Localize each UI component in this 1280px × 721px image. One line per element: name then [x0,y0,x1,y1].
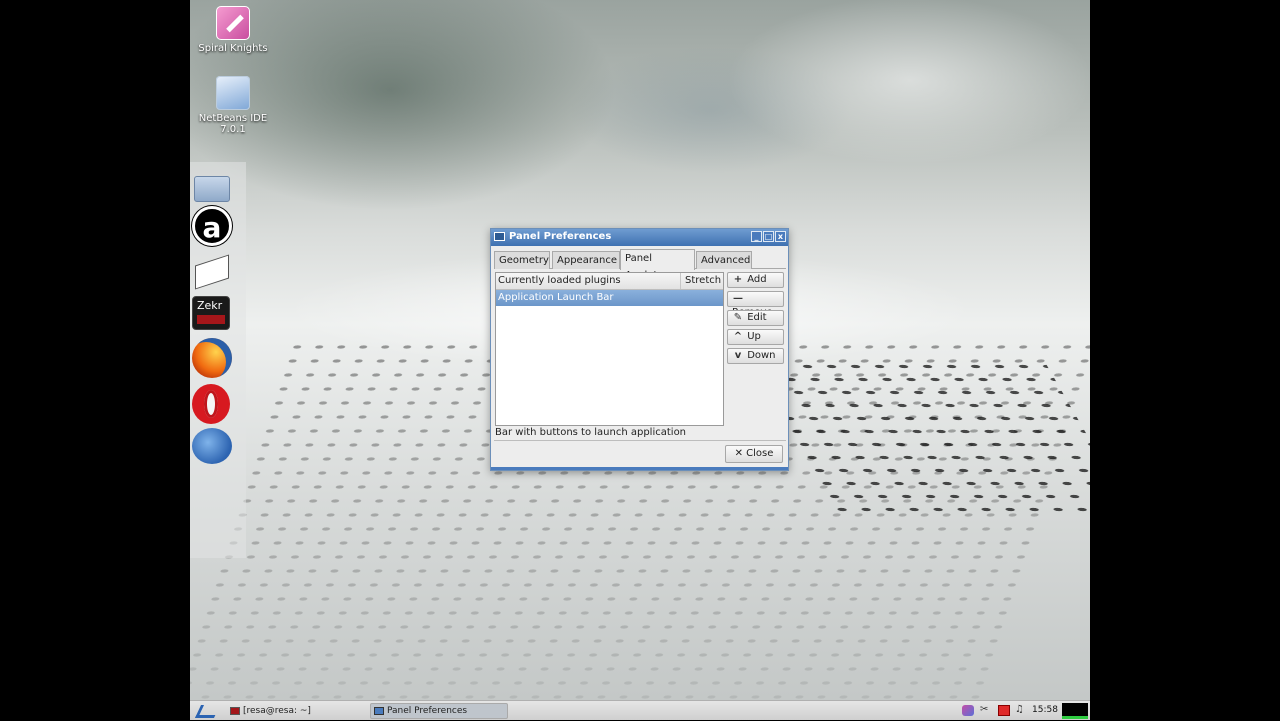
ebook-reader-icon [195,254,229,290]
plus-icon: + [733,274,743,285]
taskbar: [resa@resa: ~] Panel Preferences ✂ ♫ 15:… [190,700,1090,720]
add-button[interactable]: + Add [727,272,784,288]
column-header-plugins[interactable]: Currently loaded plugins [498,273,621,289]
minus-icon: — [733,293,743,304]
file-manager-icon [194,176,230,202]
plugins-list[interactable]: Currently loaded plugins Stretch Applica… [495,272,724,426]
up-label: Up [747,331,761,342]
system-tray: ✂ ♫ 15:58 [960,701,1090,721]
zekr-icon: Zekr [192,296,230,330]
close-button[interactable]: ✕ Close [725,445,783,463]
netbeans-icon [216,76,250,110]
desktop-icon-label: NetBeans IDE [198,113,268,124]
firefox-icon [192,338,232,378]
close-window-button[interactable]: x [775,231,786,242]
tab-bar: Geometry Appearance Panel Applets Advanc… [494,249,786,281]
dock-item-thunderbird[interactable] [192,428,232,468]
task-terminal[interactable]: [resa@resa: ~] [226,703,360,719]
dock-item-opera[interactable] [192,384,232,424]
arrow-down-icon: v [734,350,742,361]
plugin-description: Bar with buttons to launch application [495,427,687,438]
close-icon: ✕ [734,448,743,459]
divider [494,440,786,441]
window-title: Panel Preferences [509,231,612,242]
desktop-icon-netbeans[interactable]: NetBeans IDE 7.0.1 [190,76,276,135]
tab-panel-applets[interactable]: Panel Applets [620,249,695,281]
desktop-icon-spiral-knights[interactable]: Spiral Knights [190,6,276,54]
tab-advanced[interactable]: Advanced [696,251,752,269]
clock[interactable]: 15:58 [1032,705,1058,715]
column-header-stretch[interactable]: Stretch [680,273,721,289]
dock-item-zekr[interactable]: Zekr [192,296,232,336]
pencil-icon: ✎ [733,312,743,323]
start-menu-button[interactable] [192,702,220,719]
dock-item-firefox[interactable] [192,338,232,378]
close-label: Close [746,448,774,459]
cpu-monitor-icon[interactable] [1062,703,1088,719]
window-icon [374,707,384,715]
red-square-icon[interactable] [998,705,1010,716]
task-panel-preferences[interactable]: Panel Preferences [370,703,508,719]
down-label: Down [747,350,776,361]
list-header: Currently loaded plugins Stretch [496,273,723,290]
move-down-button[interactable]: v Down [727,348,784,364]
tab-appearance[interactable]: Appearance [552,251,620,269]
edit-button[interactable]: ✎ Edit [727,310,784,326]
spiral-knights-icon [216,6,250,40]
volume-icon[interactable]: ♫ [1015,704,1027,715]
move-up-button[interactable]: ^ Up [727,329,784,345]
dock-item-amazon[interactable]: a [192,206,232,246]
remove-button[interactable]: — Remove [727,291,784,318]
desktop: Spiral Knights NetBeans IDE 7.0.1 a Zekr… [190,0,1090,720]
maximize-button[interactable]: □ [763,231,774,242]
dock-item-ebook[interactable] [192,252,232,292]
terminal-icon [230,707,240,715]
window-icon [494,232,505,241]
desktop-icon-label-version: 7.0.1 [220,124,246,135]
task-label: Panel Preferences [387,706,468,716]
amazon-icon: a [192,206,232,246]
desktop-icon-label: Spiral Knights [198,43,268,54]
window-bottom-border [491,467,788,470]
pidgin-icon[interactable] [962,705,974,716]
panel-preferences-window: Panel Preferences _ □ x Geometry Appeara… [490,228,789,471]
list-item[interactable]: Application Launch Bar [496,290,723,306]
arrow-up-icon: ^ [733,331,743,342]
side-dock: a Zekr [190,162,246,558]
thunderbird-icon [192,428,232,464]
dock-item-file-manager[interactable] [192,168,232,208]
opera-icon [192,384,230,424]
task-label: [resa@resa: ~] [243,706,311,716]
add-label: Add [747,274,767,285]
tab-geometry[interactable]: Geometry [494,251,550,269]
minimize-button[interactable]: _ [751,231,762,242]
window-titlebar[interactable]: Panel Preferences _ □ x [491,229,788,246]
network-icon[interactable]: ✂ [980,704,992,715]
edit-label: Edit [747,312,767,323]
zekr-label: Zekr [197,299,223,312]
